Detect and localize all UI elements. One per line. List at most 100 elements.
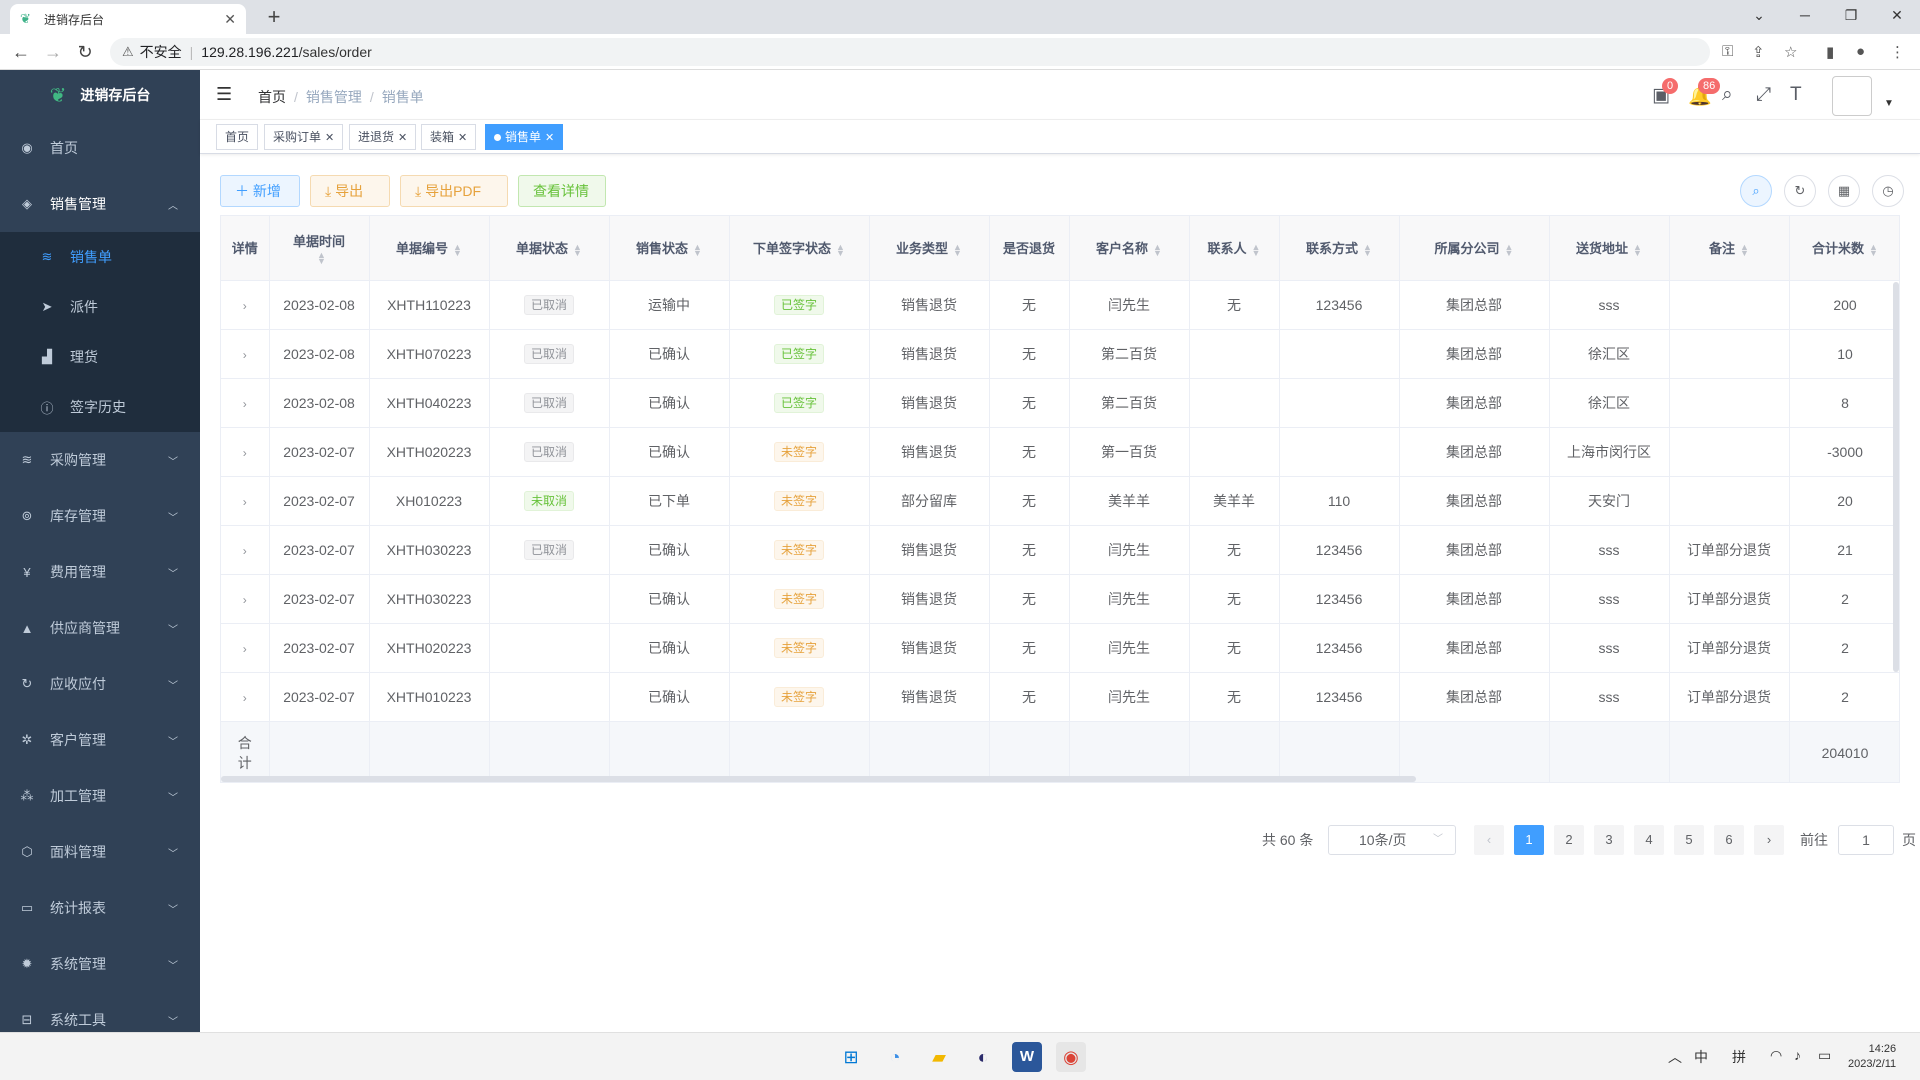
sidebar-item-dispatch[interactable]: ➤ 派件 xyxy=(0,282,200,332)
word-icon[interactable]: W xyxy=(1012,1042,1042,1072)
profile-icon[interactable]: ● xyxy=(1856,43,1865,60)
page-size-select[interactable]: 10条/页 ﹀ xyxy=(1328,825,1456,855)
column-header[interactable]: 备注 ▲ ▼ xyxy=(1669,216,1790,281)
wifi-icon[interactable]: ◠ xyxy=(1770,1047,1782,1064)
taskbar-clock[interactable]: 14:26 2023/2/11 xyxy=(1848,1042,1896,1072)
url-field[interactable]: ⚠ 不安全 | 129.28.196.221/sales/order xyxy=(110,38,1710,66)
expand-cell[interactable]: › xyxy=(221,329,270,379)
page-4-button[interactable]: 4 xyxy=(1634,825,1664,855)
column-header[interactable]: 客户名称 ▲ ▼ xyxy=(1069,216,1190,281)
table-row[interactable]: › 2023-02-07 XHTH030223 已确认 未签字 销售退货无闫先生无 1234… xyxy=(221,574,1899,624)
chevron-right-icon[interactable]: › xyxy=(243,642,247,656)
column-header[interactable]: 销售状态 ▲ ▼ xyxy=(609,216,730,281)
battery-icon[interactable]: ▭ xyxy=(1818,1047,1831,1064)
horizontal-scrollbar[interactable] xyxy=(221,776,1416,782)
add-button[interactable]: ＋ 新增 xyxy=(220,175,300,207)
close-icon[interactable]: ✕ xyxy=(224,11,236,28)
avatar[interactable] xyxy=(1832,76,1872,116)
close-icon[interactable]: ✕ xyxy=(545,132,554,144)
table-row[interactable]: › 2023-02-07 XHTH010223 已确认 未签字 销售退货无闫先生无 1234… xyxy=(221,672,1899,722)
expand-cell[interactable]: › xyxy=(221,525,270,575)
expand-cell[interactable]: › xyxy=(221,280,270,330)
new-tab-button[interactable]: + xyxy=(260,4,288,32)
speaker-icon[interactable]: ♪ xyxy=(1794,1047,1801,1063)
expand-cell[interactable]: › xyxy=(221,378,270,428)
column-header[interactable]: 送货地址 ▲ ▼ xyxy=(1549,216,1670,281)
column-header[interactable]: 联系人 ▲ ▼ xyxy=(1189,216,1280,281)
column-header[interactable]: 所属分公司 ▲ ▼ xyxy=(1399,216,1550,281)
sidebar-item-reports[interactable]: ▭ 统计报表 ﹀ xyxy=(0,880,200,936)
goto-page-input[interactable]: 1 xyxy=(1838,825,1894,855)
view-details-button[interactable]: 查看详情 xyxy=(518,175,606,207)
sidebar-item-purchase[interactable]: ≋ 采购管理 ﹀ xyxy=(0,432,200,488)
table-row[interactable]: › 2023-02-08 XHTH110223 已取消 运输中 已签字 销售退货无闫先生无 1… xyxy=(221,280,1899,330)
chevron-right-icon[interactable]: › xyxy=(243,348,247,362)
search-toggle-button[interactable]: ⌕ xyxy=(1740,175,1772,207)
tag-returns[interactable]: 进退货 ✕ xyxy=(349,124,417,150)
page-5-button[interactable]: 5 xyxy=(1674,825,1704,855)
table-row[interactable]: › 2023-02-07 XHTH020223 已取消 已确认 未签字 销售退货无第一百货 集… xyxy=(221,427,1899,477)
tag-home[interactable]: 首页 xyxy=(216,124,259,150)
minimize-button[interactable]: ─ xyxy=(1782,0,1828,30)
page-2-button[interactable]: 2 xyxy=(1554,825,1584,855)
tab-search-icon[interactable]: ⌄ xyxy=(1736,0,1782,30)
ime-mode[interactable]: 中 xyxy=(1694,1047,1708,1067)
sidepanel-icon[interactable]: ▮ xyxy=(1826,43,1834,61)
sidebar-item-expense[interactable]: ¥ 费用管理 ﹀ xyxy=(0,544,200,600)
browser-tab[interactable]: ❦ 进销存后台 ✕ xyxy=(10,4,246,34)
sidebar-item-tally[interactable]: ▟ 理货 xyxy=(0,332,200,382)
expand-cell[interactable]: › xyxy=(221,427,270,477)
page-3-button[interactable]: 3 xyxy=(1594,825,1624,855)
restore-button[interactable]: ❐ xyxy=(1828,0,1874,30)
tag-packing[interactable]: 装箱 ✕ xyxy=(421,124,477,150)
close-icon[interactable]: ✕ xyxy=(458,132,467,144)
chevron-right-icon[interactable]: › xyxy=(243,593,247,607)
expand-cell[interactable]: › xyxy=(221,476,270,526)
edge-dev-icon[interactable]: ◔ xyxy=(880,1042,910,1072)
expand-cell[interactable]: › xyxy=(221,672,270,722)
sidebar-item-customer[interactable]: ✲ 客户管理 ﹀ xyxy=(0,712,200,768)
sidebar-item-processing[interactable]: ⁂ 加工管理 ﹀ xyxy=(0,768,200,824)
next-page-button[interactable]: › xyxy=(1754,825,1784,855)
star-icon[interactable]: ☆ xyxy=(1784,43,1797,61)
sidebar-item-tools[interactable]: ⊟ 系统工具 ﹀ xyxy=(0,992,200,1032)
sidebar-item-home[interactable]: ◉ 首页 xyxy=(0,120,200,176)
close-icon[interactable]: ✕ xyxy=(398,132,407,144)
sidebar-item-receivable[interactable]: ↻ 应收应付 ﹀ xyxy=(0,656,200,712)
page-1-button[interactable]: 1 xyxy=(1514,825,1544,855)
eclipse-icon[interactable]: ◐ xyxy=(968,1042,998,1072)
refresh-button[interactable]: ↻ xyxy=(1784,175,1816,207)
back-button[interactable]: ← xyxy=(8,40,34,66)
column-header[interactable]: 联系方式 ▲ ▼ xyxy=(1279,216,1400,281)
fullscreen-icon[interactable]: ⤢ xyxy=(1756,84,1771,106)
chevron-up-icon[interactable]: ︿ xyxy=(1668,1047,1682,1067)
sidebar-item-system[interactable]: ✹ 系统管理 ﹀ xyxy=(0,936,200,992)
logo[interactable]: ❦ 进销存后台 xyxy=(0,70,200,120)
tag-sales-order[interactable]: 销售单 ✕ xyxy=(485,124,564,150)
close-icon[interactable]: ✕ xyxy=(325,132,334,144)
folder-icon[interactable]: ▰ xyxy=(924,1042,954,1072)
column-header[interactable]: 单据编号 ▲ ▼ xyxy=(369,216,490,281)
ime-pinyin[interactable]: 拼 xyxy=(1732,1047,1746,1067)
caret-down-icon[interactable]: ▼ xyxy=(1884,98,1894,109)
sidebar-item-supplier[interactable]: ▲ 供应商管理 ﹀ xyxy=(0,600,200,656)
sidebar-item-sales-order[interactable]: ≋ 销售单 xyxy=(0,232,200,282)
breadcrumb-sales[interactable]: 销售管理 xyxy=(306,89,362,105)
history-button[interactable]: ◷ xyxy=(1872,175,1904,207)
prev-page-button[interactable]: ‹ xyxy=(1474,825,1504,855)
search-icon[interactable]: ⌕ xyxy=(1722,84,1733,106)
column-header[interactable]: 下单签字状态 ▲ ▼ xyxy=(729,216,870,281)
export-pdf-button[interactable]: ⤓ 导出PDF xyxy=(400,175,508,207)
tag-purchase-order[interactable]: 采购订单 ✕ xyxy=(264,124,344,150)
share-icon[interactable]: ⇪ xyxy=(1752,43,1765,61)
export-button[interactable]: ⤓ 导出 xyxy=(310,175,390,207)
more-icon[interactable]: ⋮ xyxy=(1890,43,1905,61)
vertical-scrollbar[interactable] xyxy=(1893,282,1899,672)
font-size-icon[interactable]: T xyxy=(1790,84,1802,106)
page-6-button[interactable]: 6 xyxy=(1714,825,1744,855)
table-row[interactable]: › 2023-02-08 XHTH070223 已取消 已确认 已签字 销售退货无第二百货 集… xyxy=(221,329,1899,379)
column-header[interactable]: 单据时间 ▲ ▼ xyxy=(269,216,370,281)
column-header[interactable]: 单据状态 ▲ ▼ xyxy=(489,216,610,281)
windows-start-icon[interactable]: ⊞ xyxy=(836,1042,866,1072)
chevron-right-icon[interactable]: › xyxy=(243,691,247,705)
